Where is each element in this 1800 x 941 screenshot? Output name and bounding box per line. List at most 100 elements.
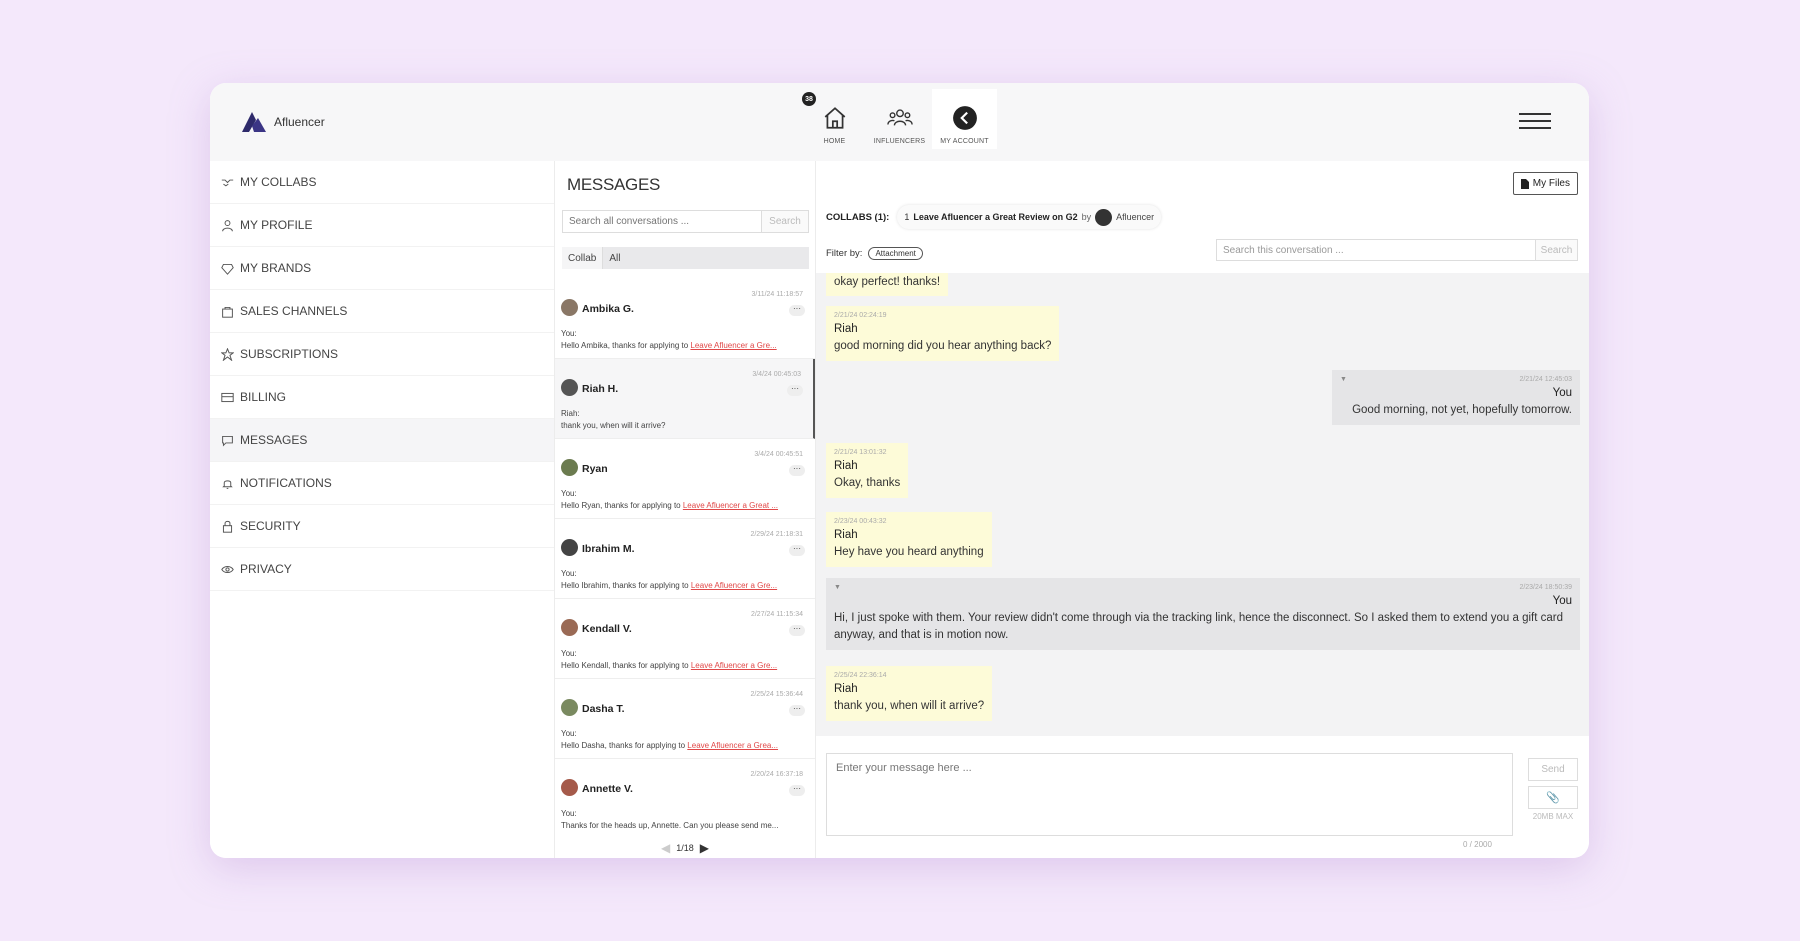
collab-title: Leave Afluencer a Great Review on G2 (913, 212, 1078, 222)
tab-all[interactable]: All (603, 247, 626, 269)
collab-link[interactable]: Leave Afluencer a Great ... (683, 501, 778, 510)
sidebar-item-label: PRIVACY (240, 562, 292, 576)
message-time: 2/23/24 00:43:32 (834, 518, 887, 525)
sidebar-item-privacy[interactable]: PRIVACY (210, 548, 554, 591)
sidebar: MY COLLABS MY PROFILE MY BRANDS SALES CH… (210, 161, 555, 858)
conversation-item[interactable]: 2/25/24 15:36:44 ··· Dasha T. You: Hello… (555, 679, 815, 759)
message-sender: Riah (834, 323, 858, 335)
pagination: ◀ 1/18 ▶ (555, 841, 815, 855)
more-options-icon[interactable]: ··· (789, 545, 805, 556)
search-all-conversations-input[interactable] (563, 211, 761, 232)
search-conversations-button[interactable]: Search (761, 211, 808, 232)
message-thread: okay perfect! thanks! 2/21/24 02:24:19 R… (816, 273, 1589, 736)
collab-link[interactable]: Leave Afluencer a Gre... (691, 581, 777, 590)
sidebar-item-subscriptions[interactable]: SUBSCRIPTIONS (210, 333, 554, 376)
tab-collab[interactable]: Collab (562, 247, 604, 269)
sidebar-item-my-collabs[interactable]: MY COLLABS (210, 161, 554, 204)
more-options-icon[interactable]: ··· (787, 385, 803, 396)
avatar (561, 779, 578, 796)
sidebar-item-label: SALES CHANNELS (240, 304, 348, 318)
collab-chip[interactable]: 1 Leave Afluencer a Great Review on G2 b… (897, 205, 1162, 229)
conversation-name: Ryan (582, 463, 608, 475)
message-menu-icon[interactable]: ▼ (1340, 376, 1347, 383)
message-bubble: 2/21/24 02:24:19 Riah good morning did y… (826, 306, 1060, 361)
more-options-icon[interactable]: ··· (789, 705, 805, 716)
conversation-name: Ibrahim M. (582, 543, 635, 555)
conversation-preview: Thanks for the heads up, Annette. Can yo… (561, 821, 779, 830)
conversation-sender: Riah: (561, 409, 580, 418)
collab-brand: Afluencer (1116, 212, 1155, 222)
conversation-item[interactable]: 3/4/24 00:45:03 ··· Riah H. Riah: thank … (555, 359, 815, 439)
nav-influencers-label: INFLUENCERS (873, 138, 926, 145)
paperclip-icon: 📎 (1546, 792, 1560, 804)
conversation-preview: thank you, when will it arrive? (561, 421, 666, 430)
sidebar-item-my-profile[interactable]: MY PROFILE (210, 204, 554, 247)
conversation-item[interactable]: 3/11/24 11:18:57 ··· Ambika G. You: Hell… (555, 279, 815, 359)
star-icon (221, 347, 234, 361)
message-input[interactable]: Enter your message here ... (826, 753, 1513, 836)
hamburger-menu-icon[interactable] (1519, 113, 1551, 129)
sidebar-item-messages[interactable]: MESSAGES (210, 419, 554, 462)
next-page-icon[interactable]: ▶ (700, 841, 709, 855)
afluencer-logo-icon (242, 112, 266, 132)
conversation-panel: MESSAGES Search Collab All 3/11/24 11:18… (555, 161, 815, 858)
conversation-item[interactable]: 2/27/24 11:15:34 ··· Kendall V. You: Hel… (555, 599, 815, 679)
more-options-icon[interactable]: ··· (789, 305, 805, 316)
lock-icon (222, 520, 233, 533)
sidebar-item-sales-channels[interactable]: SALES CHANNELS (210, 290, 554, 333)
sidebar-item-label: SUBSCRIPTIONS (240, 347, 339, 361)
prev-page-icon[interactable]: ◀ (661, 841, 670, 855)
conversation-time: 3/4/24 00:45:03 (752, 371, 801, 378)
more-options-icon[interactable]: ··· (789, 625, 805, 636)
conversation-preview: Hello Ryan, thanks for applying to Leave… (561, 501, 779, 510)
message-bubble: ▼ 2/21/24 12:45:03 You Good morning, not… (1332, 370, 1580, 425)
sidebar-item-label: MY BRANDS (240, 261, 312, 275)
more-options-icon[interactable]: ··· (789, 465, 805, 476)
sidebar-item-billing[interactable]: BILLING (210, 376, 554, 419)
attach-file-button[interactable]: 📎 (1528, 786, 1578, 809)
nav-my-account[interactable]: MY ACCOUNT (932, 89, 997, 149)
collab-by: by (1081, 212, 1092, 222)
nav-home[interactable]: 38 HOME (802, 89, 867, 149)
sidebar-item-label: BILLING (240, 390, 287, 404)
user-icon (222, 219, 233, 231)
page-title: MESSAGES (567, 175, 661, 194)
collab-link[interactable]: Leave Afluencer a Gre... (691, 661, 777, 670)
collabs-label: COLLABS (1): (826, 211, 890, 223)
more-options-icon[interactable]: ··· (789, 785, 805, 796)
diamond-icon (221, 263, 234, 275)
search-conversation-input[interactable]: Search this conversation ... (1217, 240, 1535, 260)
conversation-item[interactable]: 2/20/24 16:37:18 ··· Annette V. You: Tha… (555, 759, 815, 837)
send-button[interactable]: Send (1528, 758, 1578, 781)
message-text: Hi, I just spoke with them. Your review … (834, 612, 1564, 641)
collab-link[interactable]: Leave Afluencer a Grea... (687, 741, 778, 750)
message-time: 2/25/24 22:36:14 (834, 672, 887, 679)
conversation-time: 3/11/24 11:18:57 (751, 291, 803, 298)
avatar (561, 699, 578, 716)
logo[interactable]: Afluencer (240, 110, 325, 134)
conversation-filter-tabs: Collab All (562, 247, 809, 269)
attachment-filter-tag[interactable]: Attachment (868, 247, 923, 260)
message-time: 2/21/24 12:45:03 (1519, 376, 1572, 383)
nav-my-account-label: MY ACCOUNT (940, 138, 989, 145)
sidebar-item-my-brands[interactable]: MY BRANDS (210, 247, 554, 290)
sidebar-item-notifications[interactable]: NOTIFICATIONS (210, 462, 554, 505)
conversation-item[interactable]: 3/4/24 00:45:51 ··· Ryan You: Hello Ryan… (555, 439, 815, 519)
file-icon (1520, 178, 1529, 189)
avatar (561, 619, 578, 636)
message-bubble: 2/23/24 00:43:32 Riah Hey have you heard… (826, 512, 992, 567)
my-files-button[interactable]: My Files (1512, 172, 1578, 195)
handshake-icon (221, 179, 234, 186)
message-time: 2/21/24 02:24:19 (834, 312, 887, 319)
conversation-item[interactable]: 2/29/24 21:18:31 ··· Ibrahim M. You: Hel… (555, 519, 815, 599)
conversation-preview: Hello Dasha, thanks for applying to Leav… (561, 741, 779, 750)
conversation-name: Ambika G. (582, 303, 634, 315)
message-menu-icon[interactable]: ▼ (834, 584, 841, 591)
conversation-search: Search (562, 210, 809, 233)
search-conversation-button[interactable]: Search (1535, 240, 1577, 260)
sidebar-item-security[interactable]: SECURITY (210, 505, 554, 548)
nav-influencers[interactable]: INFLUENCERS (867, 89, 932, 149)
top-bar: Afluencer 38 HOME INFLUENCERS MY ACCOUNT (210, 83, 1589, 161)
collab-link[interactable]: Leave Afluencer a Gre... (690, 341, 776, 350)
my-files-label: My Files (1532, 178, 1570, 189)
